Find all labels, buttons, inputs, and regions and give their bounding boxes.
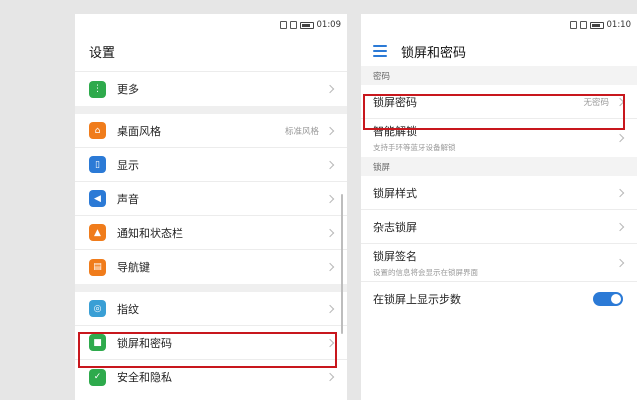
fingerprint-icon: ◎ <box>89 300 106 317</box>
lock-password-label: 锁屏密码 <box>373 95 417 109</box>
settings-item-nav-keys[interactable]: ▤ 导航键 <box>75 250 347 284</box>
settings-item-label: 显示 <box>117 158 139 172</box>
settings-item-notifications[interactable]: ▲ 通知和状态栏 <box>75 216 347 250</box>
lock-password-item[interactable]: 锁屏密码 无密码 <box>361 85 637 119</box>
sim-icon <box>289 21 297 29</box>
display-icon: ▯ <box>89 156 106 173</box>
chevron-right-icon <box>325 338 335 347</box>
home-icon: ⌂ <box>89 122 106 139</box>
chevron-right-icon <box>615 97 625 106</box>
settings-item-label: 锁屏和密码 <box>117 336 172 350</box>
nav-keys-icon: ▤ <box>89 258 106 276</box>
smart-unlock-item[interactable]: 智能解锁 支持手环等蓝牙设备解锁 <box>361 119 637 157</box>
lock-icon: ■ <box>89 334 106 351</box>
page-title: 锁屏和密码 <box>401 45 467 61</box>
show-steps-label: 在锁屏上显示步数 <box>373 293 461 306</box>
settings-item-home-style[interactable]: ⌂ 桌面风格 标准风格 <box>75 114 347 148</box>
lock-password-value: 无密码 <box>583 97 609 108</box>
chevron-right-icon <box>325 228 335 237</box>
scrollbar[interactable] <box>341 194 343 334</box>
chevron-right-icon <box>615 222 625 231</box>
settings-item-display[interactable]: ▯ 显示 <box>75 148 347 182</box>
speaker-icon: ◀ <box>89 190 106 207</box>
settings-item-fingerprint[interactable]: ◎ 指纹 <box>75 292 347 326</box>
magazine-lock-label: 杂志锁屏 <box>373 220 417 234</box>
chevron-right-icon <box>615 133 625 143</box>
settings-item-value: 标准风格 <box>284 126 319 137</box>
chevron-right-icon <box>325 262 335 272</box>
divider <box>75 284 347 292</box>
chevron-right-icon <box>325 372 335 382</box>
chevron-right-icon <box>325 84 335 94</box>
chevron-right-icon <box>615 188 625 197</box>
vibrate-icon <box>279 21 287 29</box>
settings-item-security[interactable]: ✓ 安全和隐私 <box>75 360 347 394</box>
settings-item-label: 桌面风格 <box>117 124 161 138</box>
chevron-right-icon <box>325 304 335 313</box>
lock-signature-label: 锁屏签名 <box>373 249 417 263</box>
settings-screen: 01:09 设置 ⋮ 更多 ⌂ 桌面风格 标准风格 ▯ 显示 ◀ 声音 ▲ 通知… <box>75 14 347 400</box>
settings-item-label: 通知和状态栏 <box>117 226 183 240</box>
shield-icon: ✓ <box>89 368 106 386</box>
status-bar: 01:10 <box>361 14 637 36</box>
lock-signature-item[interactable]: 锁屏签名 设置的信息将会显示在锁屏界面 <box>361 244 637 282</box>
show-steps-toggle[interactable] <box>593 292 623 306</box>
smart-unlock-label: 智能解锁 <box>373 125 417 138</box>
menu-icon[interactable] <box>373 45 387 57</box>
chevron-right-icon <box>325 126 335 135</box>
section-header-lockscreen: 锁屏 <box>361 157 637 176</box>
more-icon: ⋮ <box>89 80 106 98</box>
settings-item-more[interactable]: ⋮ 更多 <box>75 72 347 106</box>
section-header-password: 密码 <box>361 66 637 85</box>
status-time: 01:09 <box>316 20 342 30</box>
settings-item-lock-password[interactable]: ■ 锁屏和密码 <box>75 326 347 360</box>
lock-style-label: 锁屏样式 <box>373 186 417 200</box>
settings-item-label: 声音 <box>117 192 139 206</box>
status-bar: 01:09 <box>75 14 347 36</box>
battery-icon <box>589 21 604 29</box>
chevron-right-icon <box>615 258 625 267</box>
lock-style-item[interactable]: 锁屏样式 <box>361 176 637 210</box>
lock-signature-subtitle: 设置的信息将会显示在锁屏界面 <box>373 267 478 277</box>
chevron-right-icon <box>325 160 335 169</box>
battery-icon <box>299 21 314 29</box>
settings-item-sound[interactable]: ◀ 声音 <box>75 182 347 216</box>
settings-item-label: 导航键 <box>117 261 150 274</box>
settings-item-label: 安全和隐私 <box>117 371 172 384</box>
smart-unlock-subtitle: 支持手环等蓝牙设备解锁 <box>373 143 456 152</box>
settings-item-label: 更多 <box>117 83 139 96</box>
vibrate-icon <box>569 21 577 29</box>
lock-screen-settings: 01:10 锁屏和密码 密码 锁屏密码 无密码 智能解锁 支持手环等蓝牙设备解锁… <box>361 14 637 400</box>
page-title: 设置 <box>89 45 116 61</box>
status-time: 01:10 <box>606 20 632 30</box>
show-steps-item: 在锁屏上显示步数 <box>361 282 637 316</box>
app-bar: 锁屏和密码 <box>361 36 637 66</box>
magazine-lock-item[interactable]: 杂志锁屏 <box>361 210 637 244</box>
sim-icon <box>579 21 587 29</box>
divider <box>75 106 347 114</box>
bell-icon: ▲ <box>89 224 106 241</box>
chevron-right-icon <box>325 194 335 203</box>
app-bar: 设置 <box>75 36 347 66</box>
settings-item-label: 指纹 <box>117 302 139 316</box>
